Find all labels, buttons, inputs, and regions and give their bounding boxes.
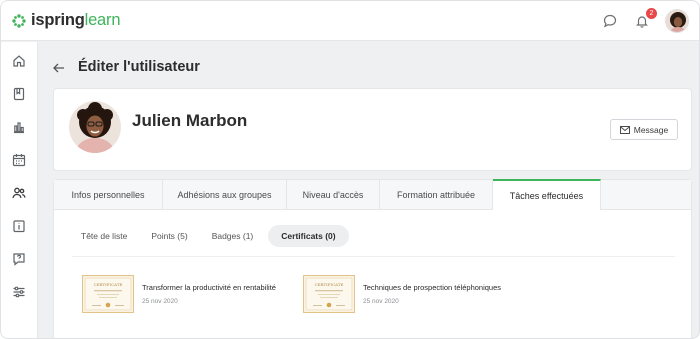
sidebar-item-calendar[interactable] — [10, 151, 28, 169]
back-button[interactable] — [51, 60, 67, 76]
sidebar-item-users[interactable] — [10, 184, 28, 202]
info-icon — [13, 220, 25, 233]
certificate-title: Techniques de prospection téléphoniques — [363, 283, 502, 292]
sidebar-item-home[interactable] — [10, 52, 28, 70]
chat-button[interactable] — [597, 8, 623, 34]
certificate-date: 25 nov 2020 — [142, 298, 178, 305]
profile-photo — [69, 101, 121, 153]
divider — [72, 256, 675, 257]
profile-avatar — [69, 101, 121, 153]
app-window: ispringlearn 2 Éditer l'utilisateur Juli… — [0, 0, 700, 339]
tab-access-level[interactable]: Niveau d'accès — [287, 180, 380, 210]
notifications-button[interactable]: 2 — [629, 8, 657, 34]
tab-assigned-training[interactable]: Formation attribuée — [380, 180, 493, 210]
tab-label: Adhésions aux groupes — [177, 190, 272, 200]
tab-group-memberships[interactable]: Adhésions aux groupes — [163, 180, 287, 210]
arrow-left-icon — [53, 63, 64, 73]
subtab-points[interactable]: Points (5) — [142, 226, 196, 246]
subtab-certificates[interactable]: Certificats (0) — [268, 225, 349, 247]
sidebar-item-catalog[interactable] — [10, 85, 28, 103]
svg-text:CERTIFICATE: CERTIFICATE — [94, 282, 123, 287]
certificate-item[interactable]: CERTIFICATE Transformer la productivité … — [82, 275, 276, 313]
sidebar-item-settings[interactable] — [10, 283, 28, 301]
subtab-badges[interactable]: Badges (1) — [203, 226, 263, 246]
logo[interactable]: ispringlearn — [12, 11, 121, 30]
chat-icon — [603, 14, 617, 28]
calendar-icon — [12, 154, 26, 167]
profile-card: Julien Marbon Message — [53, 88, 692, 171]
settings-sliders-icon — [13, 286, 25, 298]
home-icon — [13, 55, 25, 67]
message-button[interactable]: Message — [610, 119, 678, 140]
tab-completed-tasks[interactable]: Tâches effectuées — [493, 179, 601, 210]
certificate-date: 25 nov 2020 — [363, 298, 399, 305]
sidebar — [1, 42, 38, 338]
certificate-thumbnail: CERTIFICATE — [303, 275, 355, 313]
subtab-leaderboard[interactable]: Tête de liste — [72, 226, 136, 246]
tab-label: Formation attribuée — [396, 190, 476, 200]
subtab-bar: Tête de liste Points (5) Badges (1) Cert… — [72, 225, 355, 247]
logo-text: ispringlearn — [31, 11, 121, 29]
ispring-logo-icon — [12, 13, 26, 28]
users-icon — [12, 187, 26, 199]
certificate-thumbnail: CERTIFICATE — [82, 275, 134, 313]
svg-text:CERTIFICATE: CERTIFICATE — [315, 282, 344, 287]
sidebar-item-info[interactable] — [10, 217, 28, 235]
help-icon — [13, 253, 25, 266]
avatar-image — [666, 10, 688, 32]
tab-label: Tâches effectuées — [509, 190, 584, 201]
certificate-title: Transformer la productivité en rentabili… — [142, 283, 276, 292]
user-avatar[interactable] — [665, 9, 689, 33]
sidebar-item-help[interactable] — [10, 250, 28, 268]
page-title: Éditer l'utilisateur — [78, 59, 200, 75]
profile-name: Julien Marbon — [132, 111, 248, 130]
tab-personal-info[interactable]: Infos personnelles — [54, 180, 163, 210]
content-card: Infos personnelles Adhésions aux groupes… — [53, 179, 692, 338]
top-icons: 2 — [591, 8, 689, 34]
certificate-item[interactable]: CERTIFICATE Techniques de prospection té… — [303, 275, 501, 313]
sidebar-item-reports[interactable] — [10, 118, 28, 136]
tab-bar: Infos personnelles Adhésions aux groupes… — [54, 179, 691, 210]
book-icon — [13, 87, 25, 101]
message-button-label: Message — [633, 124, 669, 135]
tab-label: Niveau d'accès — [302, 190, 364, 200]
notification-badge: 2 — [646, 8, 657, 19]
mail-icon — [619, 125, 630, 134]
top-bar: ispringlearn 2 — [1, 1, 699, 41]
tab-label: Infos personnelles — [71, 190, 145, 200]
bar-chart-icon — [14, 122, 24, 134]
